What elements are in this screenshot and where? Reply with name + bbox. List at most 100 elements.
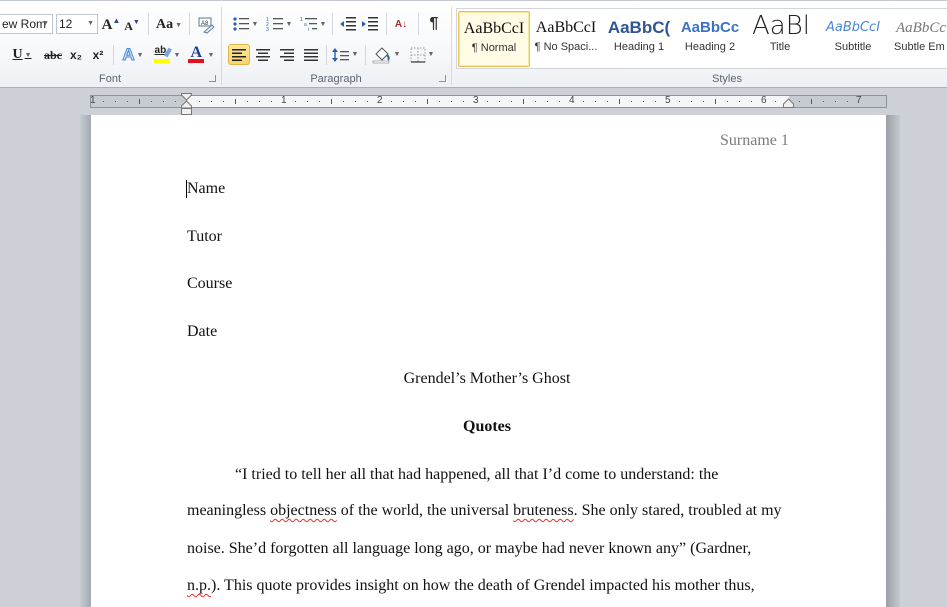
font-name-value: ew Rom (2, 17, 47, 31)
justify-button[interactable] (300, 44, 322, 65)
ruler-tick (715, 99, 716, 104)
bullets-button[interactable]: ▼ (230, 14, 260, 34)
page-header[interactable]: Surname 1 (720, 132, 789, 150)
ruler-tick (631, 101, 632, 102)
chevron-down-icon[interactable]: ▼ (42, 15, 49, 33)
spelling-error-word[interactable]: bruteness (513, 502, 573, 519)
ruler-tick (619, 99, 620, 104)
tutor-line[interactable]: Tutor (187, 228, 222, 246)
body-line[interactable]: noise. She’d forgotten all language long… (187, 540, 751, 558)
ruler-tick (547, 101, 548, 102)
ruler-number: 5 (665, 95, 671, 106)
style-subtle-emphasis[interactable]: AaBbCc Subtle Em (890, 11, 947, 67)
body-line[interactable]: meaningless objectness of the world, the… (187, 502, 782, 520)
style-name: Title (769, 41, 791, 53)
paragraph-dialog-launcher-icon[interactable] (439, 75, 446, 82)
separator (326, 45, 327, 65)
ruler-tick (247, 101, 248, 102)
style-name: Heading 2 (684, 41, 736, 53)
increase-indent-icon (362, 17, 378, 31)
chevron-down-icon[interactable]: ▼ (87, 15, 94, 33)
style-preview: AaBbCc (680, 19, 740, 36)
ruler-tick (811, 99, 812, 104)
decrease-indent-button[interactable] (338, 14, 358, 34)
style-name: ¶ No Spaci... (534, 41, 598, 53)
show-formatting-marks-button[interactable]: ¶ (424, 14, 444, 34)
font-color-button[interactable]: A ▼ (186, 44, 216, 65)
ribbon: ew Rom ▼ 12 ▼ A ▲ A ▼ Aa ▼ A8 U ▼ abc x₂… (0, 0, 947, 88)
student-name-line[interactable]: Name (187, 180, 225, 198)
style-preview: AaBbCcI (535, 19, 597, 36)
shrink-font-icon: A (124, 18, 133, 33)
shading-button[interactable]: ▼ (370, 44, 402, 65)
numbering-button[interactable]: 123 ▼ (264, 14, 294, 34)
body-line[interactable]: “I tried to tell her all that had happen… (235, 466, 718, 484)
first-line-indent-marker[interactable] (181, 93, 192, 115)
align-center-button[interactable] (252, 44, 274, 65)
spelling-error-word[interactable]: n.p. (187, 577, 211, 594)
highlight-button[interactable]: ab ▼ (152, 45, 182, 65)
ruler-tick (691, 101, 692, 102)
ruler-tick (211, 101, 212, 102)
style-subtitle[interactable]: AaBbCcI Subtitle (817, 11, 889, 67)
ruler-tick (127, 101, 128, 102)
paint-bucket-icon (372, 46, 390, 63)
date-line[interactable]: Date (187, 323, 217, 341)
strikethrough-icon: abc (44, 47, 62, 62)
style-heading-1[interactable]: AaBbC( Heading 1 (603, 11, 675, 67)
ruler-tick (391, 101, 392, 102)
sort-icon: A↓ (394, 18, 408, 30)
ruler-tick (559, 101, 560, 102)
ruler-tick (799, 101, 800, 102)
change-case-icon: Aa (155, 17, 174, 32)
ruler-tick (331, 99, 332, 104)
numbering-icon: 123 (266, 17, 283, 32)
multilevel-list-button[interactable]: 1ai ▼ (298, 14, 328, 34)
style-heading-2[interactable]: AaBbCc Heading 2 (674, 11, 746, 67)
spelling-error-word[interactable]: objectness (270, 502, 337, 519)
ruler-tick (295, 101, 296, 102)
clear-formatting-button[interactable]: A8 (196, 15, 216, 35)
course-line[interactable]: Course (187, 275, 232, 293)
separator (189, 13, 190, 35)
superscript-icon: x² (92, 48, 104, 62)
font-group-label: Font (98, 73, 121, 85)
align-right-button[interactable] (276, 44, 298, 65)
horizontal-ruler[interactable]: 1 1 2 3 4 5 6 7 (90, 95, 887, 108)
sort-button[interactable]: A↓ (390, 14, 412, 34)
shrink-font-button[interactable]: A ▼ (124, 17, 140, 35)
style-preview: AaBbC( (607, 18, 671, 37)
ruler-tick (679, 101, 680, 102)
ruler-tick (271, 101, 272, 102)
highlight-color-bar (153, 59, 170, 63)
change-case-button[interactable]: Aa ▼ (155, 15, 183, 35)
subscript-button[interactable]: x₂ (67, 46, 85, 64)
superscript-button[interactable]: x² (89, 46, 107, 64)
line-spacing-button[interactable]: ▼ (330, 44, 360, 65)
style-title[interactable]: AaBl Title (744, 11, 816, 67)
align-center-icon (256, 48, 270, 61)
borders-button[interactable]: ▼ (406, 44, 438, 65)
strikethrough-button[interactable]: abc (42, 46, 64, 64)
ruler-tick (199, 101, 200, 102)
right-indent-marker[interactable] (783, 98, 794, 108)
style-name: ¶ Normal (471, 42, 517, 54)
ruler-number: 7 (856, 95, 862, 106)
underline-button[interactable]: U ▼ (10, 46, 34, 64)
style-no-spacing[interactable]: AaBbCcI ¶ No Spaci... (530, 11, 602, 67)
ruler-tick (415, 101, 416, 102)
grow-font-button[interactable]: A ▲ (102, 15, 121, 35)
style-normal[interactable]: AaBbCcI ¶ Normal (458, 11, 530, 67)
text-effects-button[interactable]: A ▼ (120, 45, 146, 65)
ruler-tick (427, 99, 428, 104)
document-title[interactable]: Grendel’s Mother’s Ghost (187, 370, 787, 388)
font-name-combo[interactable]: ew Rom ▼ (0, 14, 53, 34)
font-dialog-launcher-icon[interactable] (209, 75, 216, 82)
align-left-button[interactable] (228, 44, 250, 65)
font-size-combo[interactable]: 12 ▼ (56, 14, 98, 34)
section-heading[interactable]: Quotes (187, 418, 787, 436)
font-group: ew Rom ▼ 12 ▼ A ▲ A ▼ Aa ▼ A8 U ▼ abc x₂… (0, 3, 220, 87)
increase-indent-button[interactable] (360, 14, 380, 34)
body-line[interactable]: n.p.). This quote provides insight on ho… (187, 577, 755, 595)
ruler-tick (499, 101, 500, 102)
